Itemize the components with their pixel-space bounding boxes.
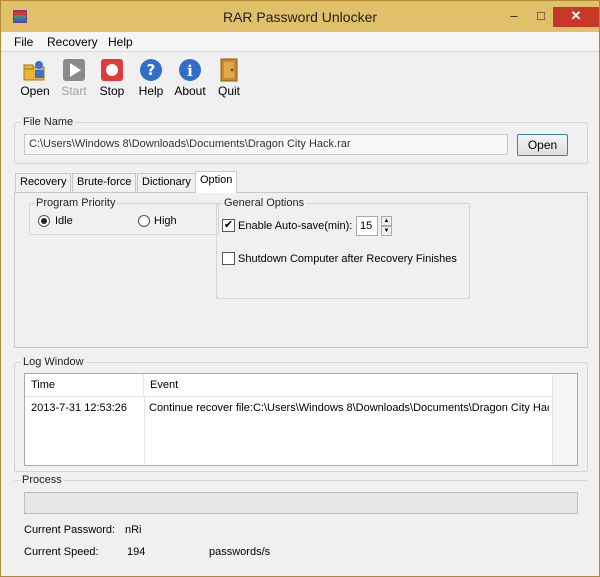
open-toolbar-button[interactable]: Open bbox=[15, 58, 55, 98]
log-header: Time Event bbox=[25, 374, 553, 397]
program-priority-group: Program Priority Idle High bbox=[29, 197, 219, 235]
title-bar[interactable]: RAR Password Unlocker – □ ✕ bbox=[1, 1, 599, 32]
current-speed-value: 194 bbox=[127, 546, 146, 558]
tab-dictionary[interactable]: Dictionary bbox=[137, 173, 196, 192]
program-priority-title: Program Priority bbox=[34, 197, 118, 209]
maximize-button[interactable]: □ bbox=[528, 7, 554, 27]
stop-toolbar-button[interactable]: Stop bbox=[92, 58, 132, 98]
close-button[interactable]: ✕ bbox=[553, 7, 599, 27]
progress-bar bbox=[24, 492, 578, 514]
about-toolbar-label: About bbox=[174, 84, 206, 98]
log-table[interactable]: Time Event 2013-7-31 12:53:26 Continue r… bbox=[24, 373, 578, 466]
spin-up-button[interactable]: ▲ bbox=[381, 216, 392, 226]
column-event[interactable]: Event bbox=[144, 374, 553, 397]
autosave-minutes-input[interactable]: 15 bbox=[356, 216, 378, 236]
menu-recovery[interactable]: Recovery bbox=[47, 35, 98, 49]
minimize-button[interactable]: – bbox=[501, 7, 527, 27]
spin-down-button[interactable]: ▼ bbox=[381, 226, 392, 236]
current-password-label: Current Password: bbox=[24, 524, 116, 536]
idle-radio[interactable] bbox=[38, 215, 50, 227]
current-speed-unit: passwords/s bbox=[209, 546, 271, 558]
log-scrollbar[interactable] bbox=[552, 374, 577, 465]
stop-toolbar-label: Stop bbox=[99, 84, 125, 98]
main-window: RAR Password Unlocker – □ ✕ File Recover… bbox=[0, 0, 600, 577]
start-toolbar-label: Start bbox=[61, 84, 87, 98]
column-divider bbox=[144, 397, 145, 465]
option-tab-panel: Program Priority Idle High General Optio… bbox=[14, 192, 588, 348]
general-options-title: General Options bbox=[222, 197, 307, 209]
process-title: Process bbox=[20, 474, 64, 486]
open-toolbar-label: Open bbox=[20, 84, 50, 98]
open-file-button[interactable]: Open bbox=[517, 134, 568, 156]
tab-brute-force[interactable]: Brute-force bbox=[72, 173, 137, 192]
menu-file[interactable]: File bbox=[14, 35, 33, 49]
current-speed-label: Current Speed: bbox=[24, 546, 99, 558]
idle-label: Idle bbox=[55, 215, 73, 227]
stop-icon bbox=[101, 59, 123, 81]
play-icon bbox=[63, 59, 85, 81]
shutdown-checkbox[interactable] bbox=[222, 252, 235, 265]
tab-option[interactable]: Option bbox=[195, 171, 238, 193]
file-path-field[interactable]: C:\Users\Windows 8\Downloads\Documents\D… bbox=[24, 134, 508, 155]
quit-toolbar-label: Quit bbox=[217, 84, 240, 98]
svg-text:?: ? bbox=[147, 61, 156, 79]
help-toolbar-button[interactable]: ? Help bbox=[131, 58, 171, 98]
info-icon: i bbox=[179, 59, 201, 81]
high-label: High bbox=[154, 215, 177, 227]
toolbar: Open Start Stop ? Help i About Quit bbox=[1, 53, 599, 101]
about-toolbar-button[interactable]: i About bbox=[170, 58, 210, 98]
menu-bar: File Recovery Help bbox=[1, 32, 599, 52]
start-toolbar-button[interactable]: Start bbox=[54, 58, 94, 98]
log-row-time: 2013-7-31 12:53:26 bbox=[31, 402, 128, 414]
folder-person-icon bbox=[23, 61, 45, 81]
log-row-event: Continue recover file:C:\Users\Windows 8… bbox=[149, 402, 549, 414]
column-time[interactable]: Time bbox=[25, 374, 144, 397]
svg-text:i: i bbox=[187, 62, 193, 80]
help-toolbar-label: Help bbox=[138, 84, 164, 98]
door-icon bbox=[220, 58, 238, 82]
menu-help[interactable]: Help bbox=[108, 35, 133, 49]
shutdown-label: Shutdown Computer after Recovery Finishe… bbox=[238, 253, 457, 265]
tab-recovery[interactable]: Recovery bbox=[15, 173, 72, 192]
general-options-group: General Options ✔ Enable Auto-save(min):… bbox=[216, 197, 470, 299]
autosave-checkbox[interactable]: ✔ bbox=[222, 219, 235, 232]
file-name-group: File Name C:\Users\Windows 8\Downloads\D… bbox=[14, 116, 588, 164]
quit-toolbar-button[interactable]: Quit bbox=[209, 58, 249, 98]
log-window-title: Log Window bbox=[21, 356, 86, 368]
high-radio[interactable] bbox=[138, 215, 150, 227]
question-icon: ? bbox=[140, 59, 162, 81]
autosave-label: Enable Auto-save(min): bbox=[238, 220, 353, 232]
current-password-value: nRi bbox=[125, 524, 142, 536]
file-name-title: File Name bbox=[21, 116, 76, 128]
